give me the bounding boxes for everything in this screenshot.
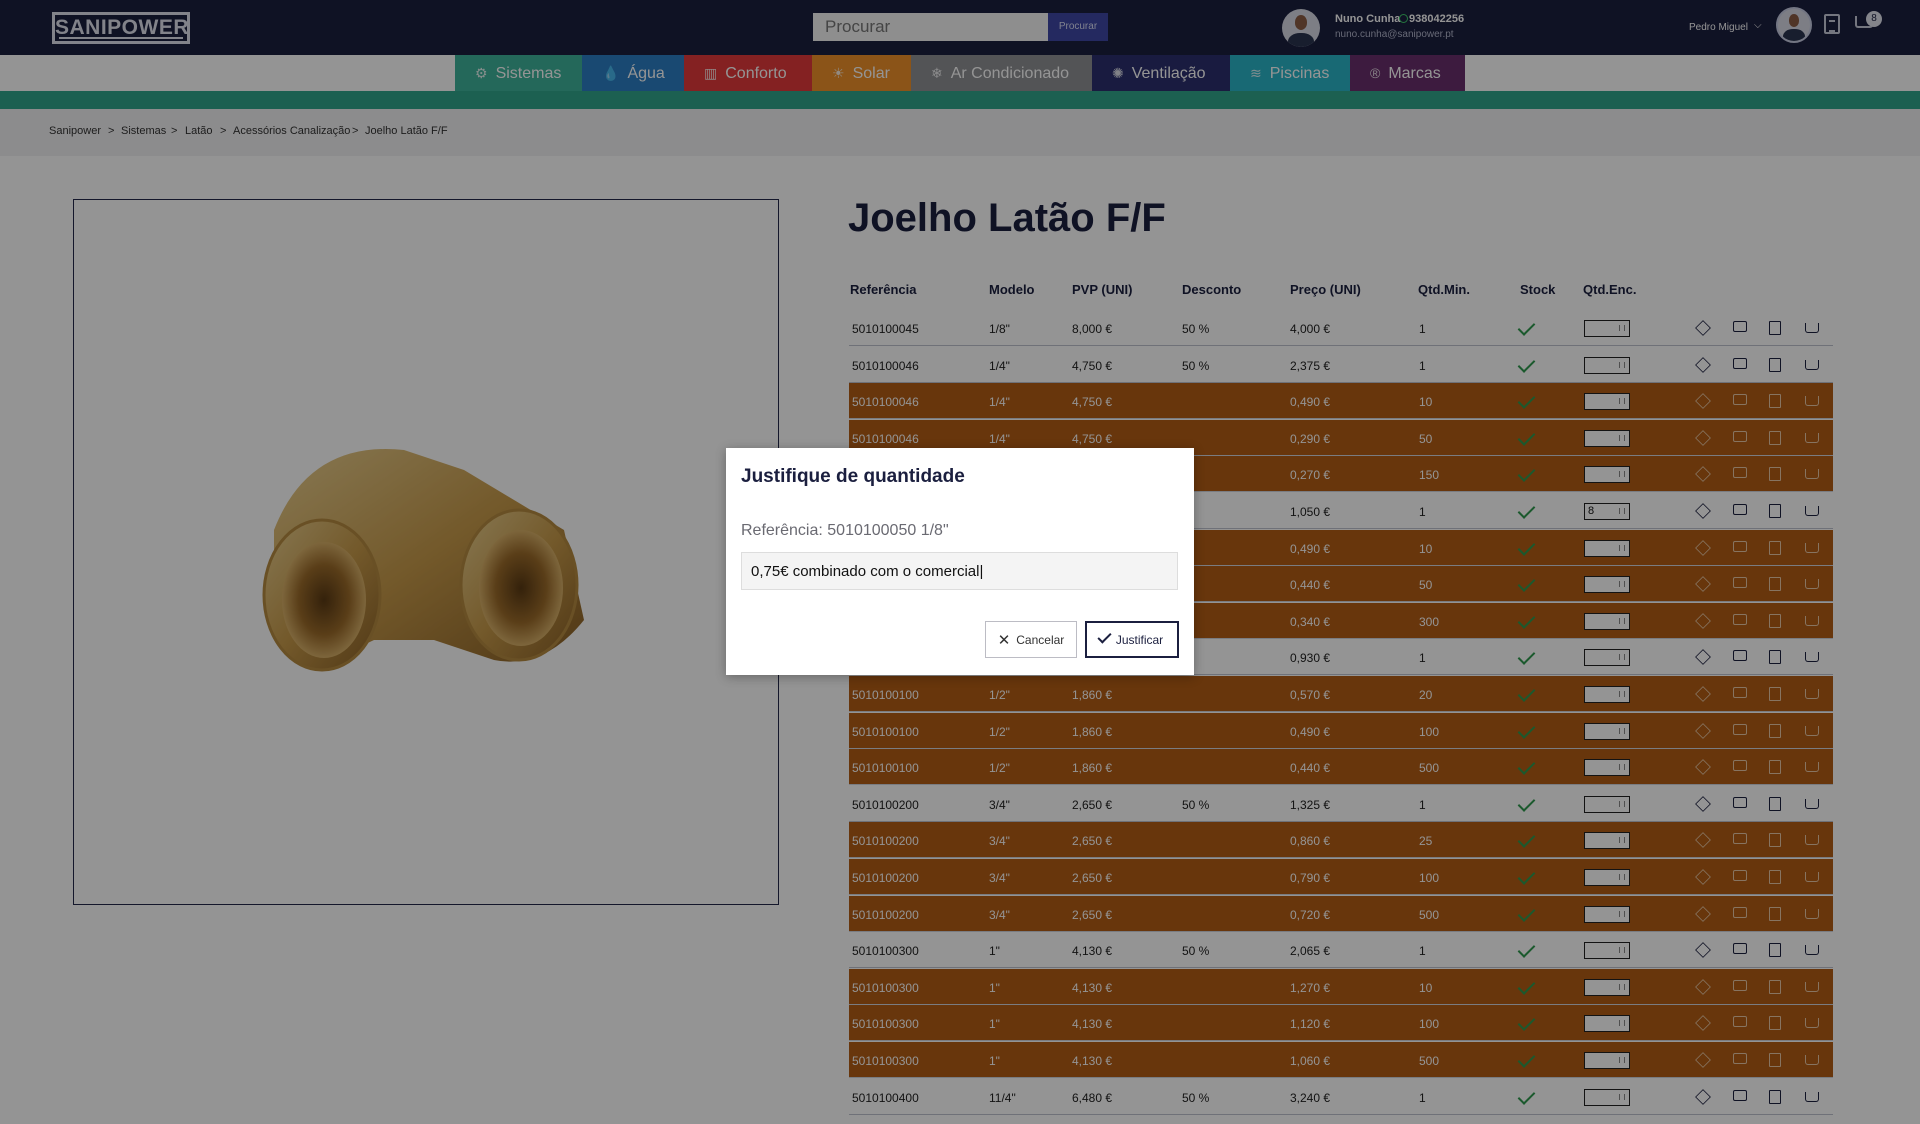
check-icon <box>1097 629 1112 644</box>
cancel-button[interactable]: ✕ Cancelar <box>985 621 1077 658</box>
justify-label: Justificar <box>1115 632 1164 647</box>
cancel-label: Cancelar <box>1016 632 1065 647</box>
dialog-title: Justifique de quantidade <box>741 466 965 487</box>
dialog-reference: Referência: 5010100050 1/8" <box>741 522 949 539</box>
close-icon: ✕ <box>997 631 1011 649</box>
justify-button[interactable]: Justificar <box>1085 621 1179 658</box>
justify-quantity-dialog: Justifique de quantidade Referência: 501… <box>726 448 1194 675</box>
justification-input[interactable] <box>741 552 1178 590</box>
